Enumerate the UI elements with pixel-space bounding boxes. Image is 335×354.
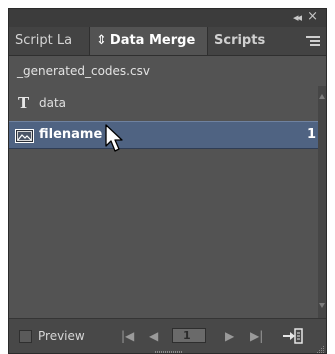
last-record-icon[interactable]: ▶| <box>250 328 263 344</box>
tab-scripts-text: Scripts <box>214 33 266 48</box>
field-count: 1 <box>306 127 316 142</box>
tab-data-merge[interactable]: ⇕ Data Merge <box>90 27 208 55</box>
scroll-up-arrow-icon[interactable] <box>319 94 325 99</box>
mouse-pointer-icon <box>105 124 123 152</box>
tab-reorder-arrows-icon: ⇕ <box>96 33 107 48</box>
preview-checkbox[interactable] <box>19 330 32 343</box>
next-record-icon[interactable]: ▶ <box>225 328 234 344</box>
tab-data-merge-text: Data Merge <box>109 33 196 48</box>
tab-script-label-text: Script La <box>15 33 73 48</box>
panel-menu-icon[interactable] <box>306 36 320 46</box>
field-row-filename[interactable]: filename 1 <box>9 121 318 149</box>
text-field-icon: T <box>18 94 30 112</box>
panel-title-bar: ◂◂ × <box>9 9 326 28</box>
first-record-icon[interactable]: |◀ <box>121 328 134 344</box>
resize-grip-icon[interactable] <box>316 345 325 354</box>
tab-script-label[interactable]: Script La <box>9 27 90 55</box>
record-number-field[interactable]: 1 <box>172 328 206 343</box>
field-list: T data filename 1 <box>9 86 319 318</box>
close-panel-icon[interactable]: × <box>307 9 318 24</box>
image-field-icon <box>15 129 34 143</box>
create-merged-document-icon[interactable] <box>281 327 303 345</box>
panel-footer: Preview |◀ ◀ 1 ▶ ▶| <box>9 318 326 354</box>
data-merge-panel: ◂◂ × Script La ⇕ Data Merge Scripts _gene… <box>8 8 327 354</box>
data-source-filename: _generated_codes.csv <box>9 56 326 87</box>
previous-record-icon[interactable]: ◀ <box>149 328 158 344</box>
panel-tab-bar: Script La ⇕ Data Merge Scripts <box>9 27 326 56</box>
scroll-down-arrow-icon[interactable] <box>319 303 325 308</box>
field-row-data[interactable]: T data <box>9 90 318 118</box>
collapse-panel-icon[interactable]: ◂◂ <box>293 11 302 24</box>
field-list-scrollbar[interactable] <box>318 86 326 318</box>
preview-label[interactable]: Preview <box>38 329 85 343</box>
field-label: filename <box>39 127 103 142</box>
tab-scripts[interactable]: Scripts <box>208 27 288 55</box>
field-label: data <box>39 96 67 110</box>
